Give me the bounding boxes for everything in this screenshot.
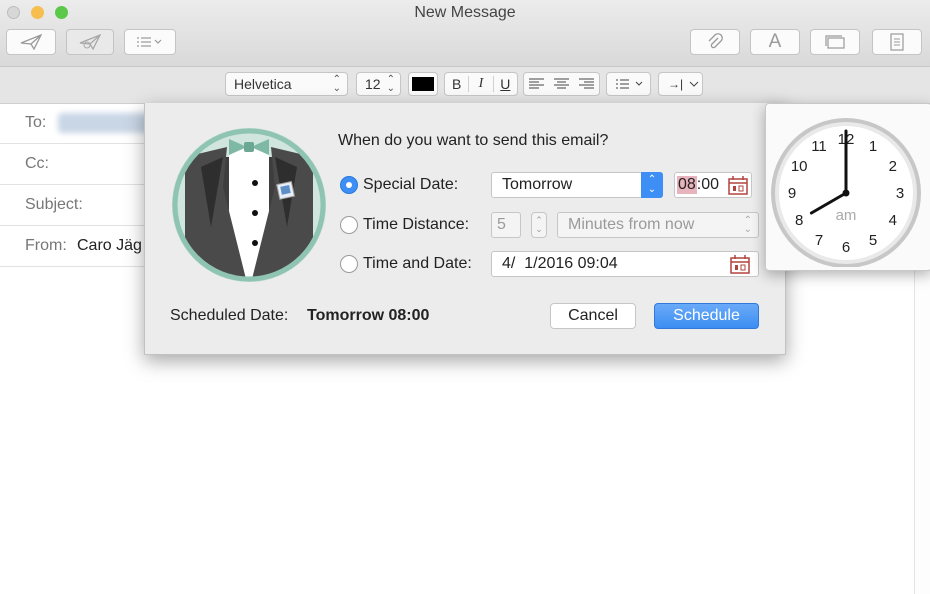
font-select[interactable]: Helvetica ⌃ ⌄ bbox=[225, 72, 348, 96]
date-time-value: 4/ 1/2016 09:04 bbox=[502, 255, 618, 272]
updown-chevron-icon: ⌃ ⌄ bbox=[386, 74, 395, 94]
time-and-date-radio[interactable] bbox=[340, 255, 358, 273]
bold-button[interactable]: B bbox=[445, 76, 470, 92]
clock-number: 6 bbox=[842, 239, 850, 256]
send-later-button[interactable] bbox=[66, 29, 114, 55]
window-title: New Message bbox=[414, 4, 516, 21]
clock-number: 9 bbox=[788, 185, 796, 202]
photo-browser-button[interactable] bbox=[810, 29, 860, 55]
title-bar: New Message A bbox=[0, 0, 930, 67]
time-field[interactable]: 08:00 bbox=[674, 172, 752, 198]
send-later-icon bbox=[79, 34, 101, 50]
updown-chevron-icon: ⌃ ⌄ bbox=[641, 172, 663, 198]
chevron-down-icon bbox=[689, 81, 699, 87]
stationery-button[interactable] bbox=[872, 29, 922, 55]
photo-browser-icon bbox=[825, 35, 845, 49]
align-right-icon[interactable] bbox=[574, 77, 599, 91]
stationery-icon bbox=[890, 33, 904, 51]
clock-number: 10 bbox=[791, 158, 808, 175]
clock-number: 8 bbox=[795, 212, 803, 229]
send-button[interactable] bbox=[6, 29, 56, 55]
clock-number: 4 bbox=[889, 212, 897, 229]
updown-chevron-icon: ⌃ ⌄ bbox=[332, 74, 341, 94]
special-date-label: Special Date: bbox=[363, 176, 459, 193]
calendar-icon[interactable] bbox=[730, 254, 750, 274]
clock-number: 2 bbox=[889, 158, 897, 175]
clock-period: am bbox=[836, 207, 857, 224]
time-distance-radio[interactable] bbox=[340, 216, 358, 234]
header-fields-button[interactable] bbox=[124, 29, 176, 55]
message-body-scrollbar[interactable] bbox=[914, 270, 930, 594]
indent-icon: →| bbox=[668, 77, 684, 91]
to-label: To: bbox=[25, 114, 47, 131]
underline-button[interactable]: U bbox=[494, 76, 517, 92]
clock-popover: am 121234567891011 bbox=[765, 103, 930, 271]
time-minute-segment[interactable]: :00 bbox=[697, 176, 719, 194]
font-size-value: 12 bbox=[365, 76, 381, 92]
time-distance-label: Time Distance: bbox=[363, 216, 470, 233]
subject-label: Subject: bbox=[25, 196, 83, 213]
analog-clock[interactable]: am 121234567891011 bbox=[769, 107, 929, 267]
bullet-list-icon bbox=[616, 79, 643, 89]
time-and-date-label: Time and Date: bbox=[363, 255, 472, 272]
clock-number: 7 bbox=[815, 232, 823, 249]
dialog-question: When do you want to send this email? bbox=[338, 132, 609, 149]
list-options-icon bbox=[137, 37, 162, 47]
special-date-radio[interactable] bbox=[340, 176, 358, 194]
align-left-icon[interactable] bbox=[524, 77, 549, 91]
attach-button[interactable] bbox=[690, 29, 740, 55]
align-center-icon[interactable] bbox=[549, 77, 574, 91]
font-size-select[interactable]: 12 ⌃ ⌄ bbox=[356, 72, 401, 96]
format-bar: Helvetica ⌃ ⌄ 12 ⌃ ⌄ B I U →| bbox=[0, 67, 930, 104]
clock-number: 1 bbox=[869, 138, 877, 155]
clock-number: 11 bbox=[811, 138, 827, 155]
scheduled-date-value: Tomorrow 08:00 bbox=[307, 307, 430, 324]
font-value: Helvetica bbox=[234, 76, 292, 92]
distance-stepper[interactable]: ⌃ ⌄ bbox=[531, 212, 547, 238]
indent-select[interactable]: →| bbox=[658, 72, 703, 96]
format-button[interactable]: A bbox=[750, 29, 800, 55]
send-icon bbox=[20, 34, 42, 50]
clock-number: 3 bbox=[896, 185, 904, 202]
text-color-well[interactable] bbox=[408, 72, 438, 96]
time-hour-segment[interactable]: 08 bbox=[677, 176, 697, 194]
distance-field[interactable]: 5 bbox=[491, 212, 521, 238]
distance-unit-value: Minutes from now bbox=[568, 216, 695, 233]
text-style-group: B I U bbox=[444, 72, 518, 96]
schedule-dialog: When do you want to send this email? Spe… bbox=[144, 103, 786, 355]
scheduled-date-label: Scheduled Date: bbox=[170, 307, 289, 324]
italic-button[interactable]: I bbox=[469, 76, 494, 92]
alignment-group bbox=[523, 72, 600, 96]
to-recipient-token[interactable] bbox=[58, 113, 154, 133]
cc-label: Cc: bbox=[25, 155, 49, 172]
tuxedo-icon bbox=[172, 128, 326, 282]
schedule-button[interactable]: Schedule bbox=[654, 303, 759, 329]
list-style-select[interactable] bbox=[606, 72, 651, 96]
calendar-icon[interactable] bbox=[728, 175, 748, 195]
distance-unit-select[interactable]: Minutes from now ⌃ ⌄ bbox=[557, 212, 759, 238]
clock-center bbox=[842, 189, 850, 197]
special-date-select[interactable]: Tomorrow ⌃ ⌄ bbox=[491, 172, 663, 198]
updown-chevron-icon: ⌃ ⌄ bbox=[743, 215, 752, 235]
special-date-value: Tomorrow bbox=[502, 176, 573, 193]
paperclip-icon bbox=[708, 33, 723, 49]
date-time-field[interactable]: 4/ 1/2016 09:04 bbox=[491, 251, 759, 277]
from-value[interactable]: Caro Jäg bbox=[77, 237, 142, 255]
color-swatch bbox=[412, 77, 434, 91]
cancel-button[interactable]: Cancel bbox=[550, 303, 636, 329]
from-label: From: bbox=[25, 237, 67, 254]
clock-number: 5 bbox=[869, 232, 877, 249]
